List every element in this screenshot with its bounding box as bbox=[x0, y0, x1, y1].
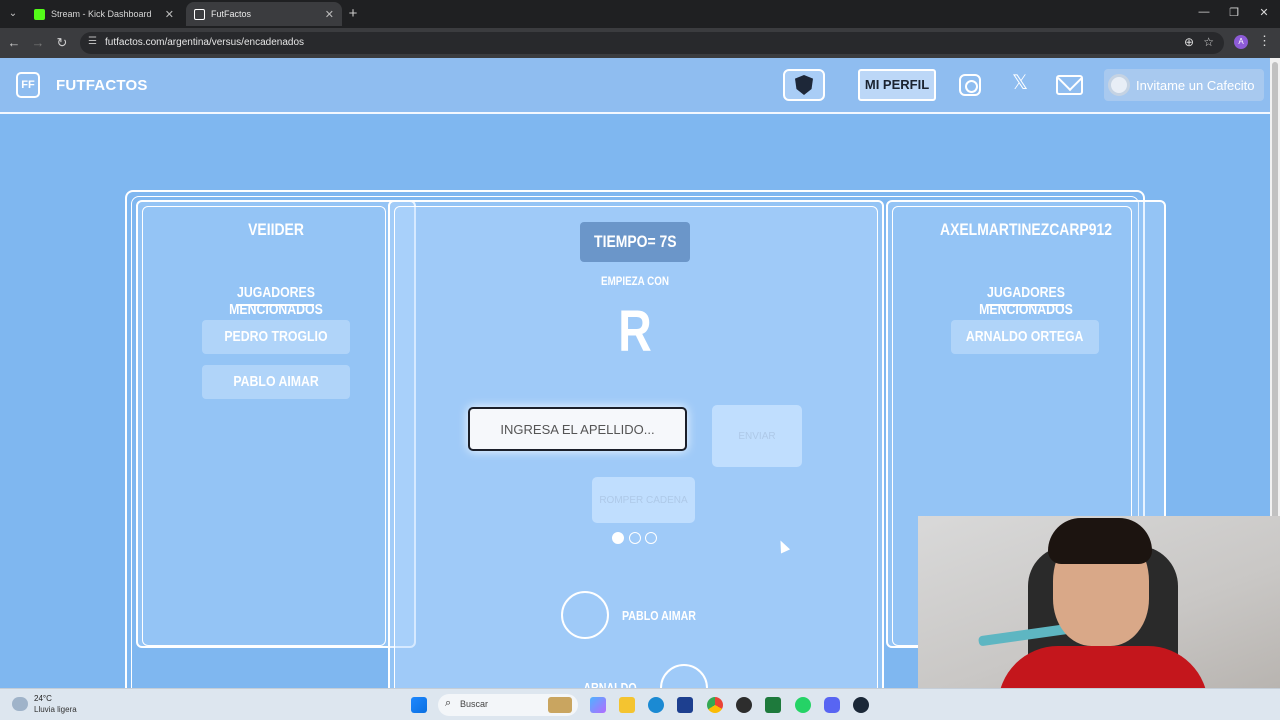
new-tab-button[interactable]: + bbox=[346, 5, 360, 22]
life-indicator bbox=[645, 532, 657, 544]
windows-taskbar: 24°C Lluvia ligera ⌕ Buscar bbox=[0, 688, 1280, 720]
brand-name[interactable]: FUTFACTOS bbox=[56, 77, 148, 94]
left-mentioned-player: PEDRO TROGLIO bbox=[202, 320, 350, 354]
zoom-icon[interactable]: ⊕ bbox=[1184, 35, 1194, 49]
tab-futfactos[interactable]: FutFactos ✕ bbox=[186, 2, 342, 26]
right-mentioned-title: JUGADORES MENCIONADOS bbox=[979, 284, 1073, 318]
taskbar-search-label: Buscar bbox=[460, 699, 489, 709]
address-bar[interactable]: ☰ futfactos.com/argentina/versus/encaden… bbox=[80, 32, 1224, 54]
futfactos-favicon-icon bbox=[194, 8, 205, 20]
close-window-button[interactable]: ✕ bbox=[1256, 6, 1272, 19]
tab-title: FutFactos bbox=[211, 9, 252, 19]
right-mentioned-player: ARNALDO ORTEGA bbox=[951, 320, 1099, 354]
minimize-button[interactable]: — bbox=[1196, 6, 1212, 18]
left-player-panel-inner bbox=[142, 206, 386, 646]
webcam-overlay bbox=[918, 516, 1280, 690]
shield-icon bbox=[795, 75, 813, 95]
futfactos-logo-icon[interactable]: FF bbox=[16, 72, 40, 98]
forward-arrow-icon[interactable]: → bbox=[30, 35, 46, 50]
steam-icon[interactable] bbox=[853, 697, 869, 713]
obs-icon[interactable] bbox=[736, 697, 752, 713]
search-highlight-icon bbox=[548, 697, 572, 713]
close-tab-icon[interactable]: ✕ bbox=[165, 8, 174, 21]
edge-icon[interactable] bbox=[648, 697, 664, 713]
profile-button[interactable]: MI PERFIL bbox=[858, 69, 936, 101]
right-player-name: AXELMARTINEZCARP912 bbox=[940, 220, 1112, 239]
whatsapp-icon[interactable] bbox=[795, 697, 811, 713]
chain-player-name: PABLO AIMAR bbox=[621, 608, 697, 623]
search-icon: ⌕ bbox=[445, 697, 452, 709]
left-mentioned-title: JUGADORES MENCIONADOS bbox=[229, 284, 323, 318]
starts-with-letter: R bbox=[618, 299, 652, 364]
url-text: futfactos.com/argentina/versus/encadenad… bbox=[105, 37, 305, 48]
chrome-icon[interactable] bbox=[707, 697, 723, 713]
browser-profile-avatar[interactable]: A bbox=[1234, 35, 1248, 49]
weather-description[interactable]: Lluvia ligera bbox=[34, 705, 77, 714]
tab-kick-dashboard[interactable]: Stream - Kick Dashboard ✕ bbox=[26, 2, 182, 26]
maximize-button[interactable]: ❐ bbox=[1226, 6, 1242, 19]
cafecito-icon bbox=[1108, 74, 1130, 96]
xbox-icon[interactable] bbox=[765, 697, 781, 713]
send-button[interactable]: ENVIAR bbox=[712, 405, 802, 467]
x-twitter-icon[interactable]: 𝕏 bbox=[1007, 72, 1033, 94]
windows-start-icon[interactable] bbox=[411, 697, 427, 713]
streamer-shirt bbox=[998, 646, 1208, 690]
tab-search-icon[interactable]: ⌄ bbox=[4, 6, 22, 22]
instagram-icon[interactable] bbox=[959, 74, 981, 96]
left-mentioned-player: PABLO AIMAR bbox=[202, 365, 350, 399]
timer-badge: TIEMPO= 7S bbox=[580, 222, 690, 262]
life-indicator bbox=[629, 532, 641, 544]
tab-title: Stream - Kick Dashboard bbox=[51, 9, 152, 19]
left-player-name: VEIIDER bbox=[248, 220, 304, 239]
cafecito-button[interactable]: Invitame un Cafecito bbox=[1104, 69, 1264, 101]
close-tab-icon[interactable]: ✕ bbox=[325, 8, 334, 21]
cafecito-label: Invitame un Cafecito bbox=[1136, 77, 1255, 93]
discord-icon[interactable] bbox=[824, 697, 840, 713]
back-arrow-icon[interactable]: ← bbox=[6, 35, 22, 50]
file-explorer-icon[interactable] bbox=[619, 697, 635, 713]
left-mentioned-underline bbox=[238, 304, 314, 306]
life-indicator bbox=[612, 532, 624, 544]
right-mentioned-underline bbox=[988, 304, 1064, 306]
starts-with-label: EMPIEZA CON bbox=[601, 274, 669, 288]
bookmark-star-icon[interactable]: ☆ bbox=[1203, 35, 1214, 49]
reload-icon[interactable]: ↻ bbox=[54, 35, 70, 51]
taskbar-search[interactable]: ⌕ Buscar bbox=[438, 694, 578, 716]
chain-player-name: ARNALDO ORTEGA bbox=[583, 680, 637, 688]
mail-icon[interactable] bbox=[1056, 75, 1083, 95]
browser-menu-icon[interactable]: ⋮ bbox=[1258, 33, 1271, 49]
kick-favicon-icon bbox=[34, 8, 45, 20]
streamer-hair bbox=[1048, 518, 1152, 564]
club-shield-button[interactable] bbox=[783, 69, 825, 101]
browser-tab-bar: ⌄ Stream - Kick Dashboard ✕ FutFactos ✕ … bbox=[0, 0, 1280, 28]
store-icon[interactable] bbox=[677, 697, 693, 713]
weather-cloud-icon[interactable] bbox=[12, 697, 28, 711]
site-info-icon[interactable]: ☰ bbox=[88, 36, 97, 47]
weather-temperature[interactable]: 24°C bbox=[34, 694, 52, 703]
break-chain-button[interactable]: ROMPER CADENA bbox=[592, 477, 695, 523]
surname-input[interactable] bbox=[468, 407, 687, 451]
copilot-icon[interactable] bbox=[590, 697, 606, 713]
browser-toolbar: ← → ↻ ☰ futfactos.com/argentina/versus/e… bbox=[0, 28, 1280, 58]
chain-player-photo bbox=[561, 591, 609, 639]
